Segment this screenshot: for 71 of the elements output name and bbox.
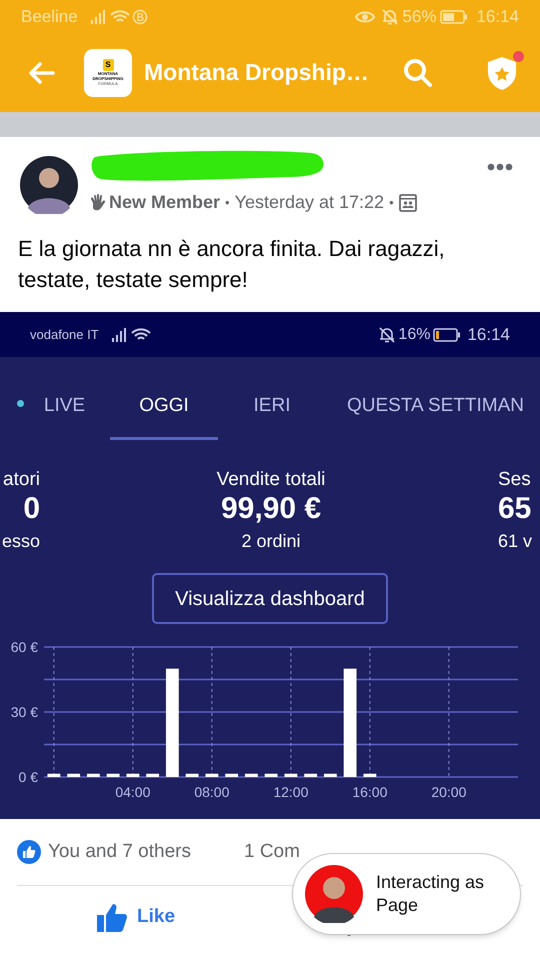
bar [146, 774, 160, 777]
axis-label: 08:00 [194, 784, 230, 800]
reactions-count: You and 7 others [48, 840, 191, 864]
axis-label: 04:00 [115, 784, 150, 800]
axis-label: 16:00 [352, 784, 388, 800]
stat-subtext: 2 ordini [241, 530, 301, 553]
tab[interactable]: IERI [218, 357, 326, 440]
like-reaction-icon [17, 840, 41, 864]
clock-time: 16:14 [467, 324, 510, 346]
muted-bell-icon [378, 326, 396, 344]
stat-subtext: 61 v [498, 530, 532, 553]
bar [106, 774, 120, 777]
clock-time: 16:14 [476, 6, 519, 28]
avatar [20, 156, 78, 214]
stat-value: 0 [23, 491, 40, 527]
stat-subtext: esso [2, 530, 40, 553]
avatar [305, 865, 363, 923]
bar [264, 774, 278, 777]
axis-label: 30 € [10, 704, 38, 720]
popup-text: Interacting as Page [376, 871, 486, 917]
eye-icon [355, 10, 376, 24]
bar [284, 774, 298, 777]
axis-label: 0 € [18, 769, 38, 785]
bar [67, 774, 80, 777]
tab[interactable]: LIVE [2, 357, 110, 440]
wifi-icon [110, 8, 130, 24]
post-text: E la giornata nn è ancora finita. Dai ragazzi, testate, testate sempre! [17, 235, 446, 294]
member-label: New Member [109, 191, 220, 214]
stat-label: Ses [498, 468, 531, 492]
bar [47, 774, 60, 777]
axis-label: 12:00 [273, 784, 308, 800]
bar [126, 774, 140, 777]
stat-label: Vendite totali [216, 468, 326, 492]
axis-label: 60 € [10, 639, 38, 655]
stat-label: atori [3, 468, 40, 492]
separator-dot: • [389, 194, 394, 212]
axis-label: 20:00 [431, 784, 466, 800]
bar [363, 774, 376, 777]
bar [324, 774, 337, 777]
battery-icon [440, 10, 468, 24]
search-icon[interactable] [403, 58, 433, 88]
like-button[interactable]: Like [96, 902, 176, 932]
group-icon [398, 194, 417, 212]
post-time: Yesterday at 17:22 [234, 191, 384, 214]
bar [86, 774, 100, 777]
bar [186, 774, 199, 777]
signal-icon [90, 8, 108, 24]
bar [205, 774, 218, 777]
bar [225, 774, 238, 777]
stat-value: 99,90 € [220, 491, 322, 527]
b-circle-icon [132, 8, 148, 24]
wifi-icon [130, 326, 151, 342]
waving-hand-icon [89, 194, 107, 212]
signal-icon [110, 327, 129, 342]
more-options-icon[interactable] [487, 163, 513, 171]
tab[interactable]: OGGI [110, 357, 218, 440]
dashboard-button[interactable]: Visualizza dashboard [152, 573, 388, 624]
carrier-name: Beeline [21, 6, 78, 28]
muted-bell-icon [381, 8, 400, 26]
battery-icon [433, 328, 462, 342]
shield-star-icon[interactable] [486, 54, 518, 90]
thumbs-up-icon [96, 902, 128, 932]
stat-value: 65 [498, 491, 532, 527]
back-arrow-icon[interactable] [29, 62, 55, 84]
battery-percent: 16% [398, 324, 430, 344]
bar [304, 774, 318, 777]
carrier-name: vodafone IT [30, 326, 99, 344]
separator-dot: • [225, 194, 230, 212]
tab[interactable]: QUESTA SETTIMAN [326, 357, 524, 440]
battery-percent: 56% [402, 6, 436, 28]
bar [244, 774, 258, 777]
